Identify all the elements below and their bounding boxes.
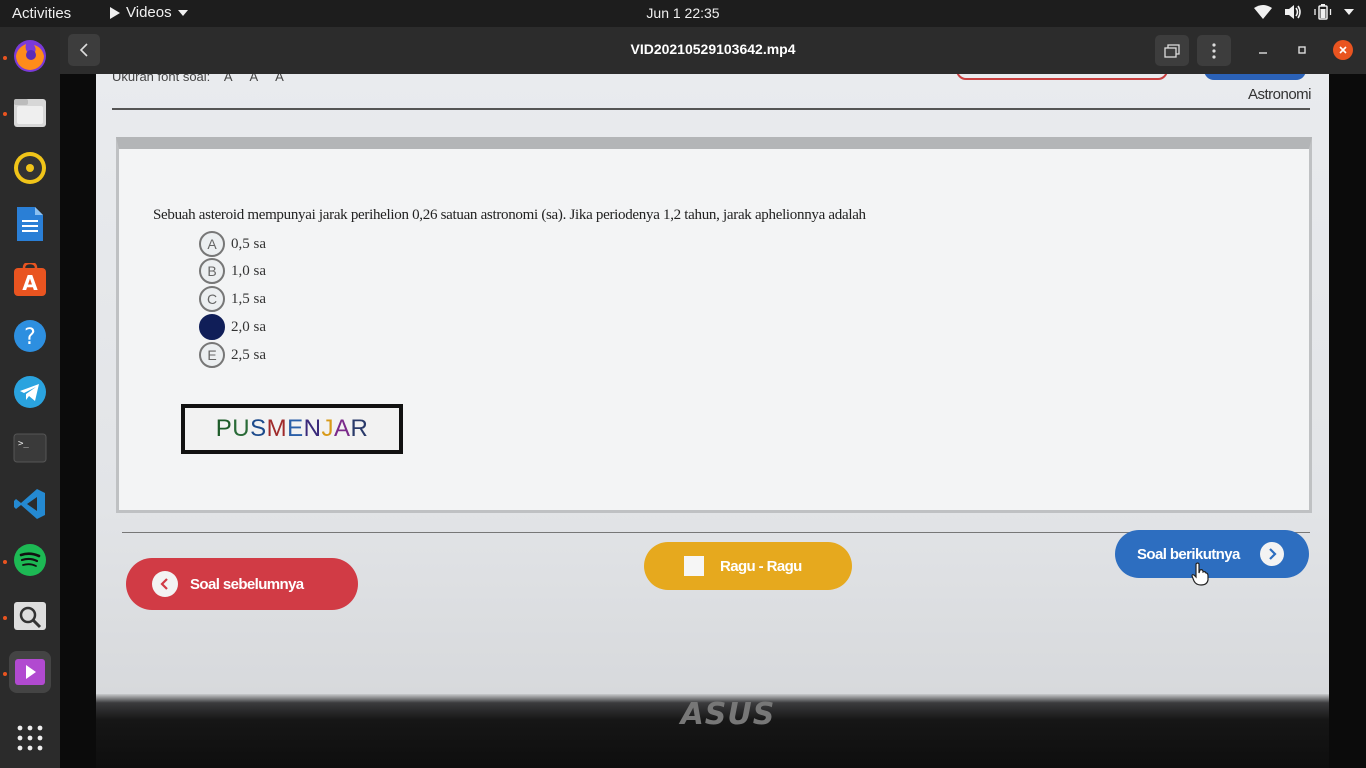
- firefox-icon[interactable]: [9, 35, 51, 77]
- option-a: A 0,5 sa: [199, 231, 266, 257]
- spotify-icon[interactable]: [9, 539, 51, 581]
- font-size-large: A: [275, 74, 284, 84]
- chevron-right-icon: [1259, 542, 1284, 566]
- red-outlined-button: [956, 74, 1168, 80]
- running-indicator: [3, 616, 7, 620]
- running-indicator: [3, 672, 7, 676]
- close-icon: [1339, 46, 1347, 54]
- apps-grid-icon[interactable]: [9, 717, 51, 759]
- search-icon[interactable]: [9, 595, 51, 637]
- software-icon[interactable]: A: [9, 259, 51, 301]
- system-tray[interactable]: [1254, 4, 1354, 20]
- option-d-text: 2,0 sa: [231, 318, 266, 335]
- topic-label: Astronomi: [1247, 86, 1312, 103]
- restore-view-icon: [1164, 43, 1180, 58]
- asus-logo: ASUS: [680, 697, 776, 732]
- kebab-menu-icon: [1212, 42, 1216, 59]
- blue-button: [1204, 74, 1306, 80]
- checkbox-icon: [684, 556, 704, 576]
- unfullscreen-button[interactable]: [1155, 35, 1189, 66]
- divider: [112, 108, 1310, 110]
- option-b: B 1,0 sa: [199, 258, 266, 284]
- help-icon[interactable]: ?: [9, 315, 51, 357]
- chevron-down-icon: [1344, 9, 1354, 15]
- photographed-screen: Ukuran font soal: A A A Astronomi Sebuah…: [96, 74, 1329, 694]
- option-e-circle: E: [199, 342, 225, 368]
- videos-icon[interactable]: [9, 651, 51, 693]
- maximize-button[interactable]: [1292, 40, 1312, 60]
- option-d-circle-selected: [199, 314, 225, 340]
- minimize-button[interactable]: [1253, 40, 1273, 60]
- option-b-circle: B: [199, 258, 225, 284]
- play-icon: [110, 6, 120, 19]
- option-a-text: 0,5 sa: [231, 235, 266, 252]
- question-text: Sebuah asteroid mempunyai jarak periheli…: [153, 207, 866, 223]
- dock: A ? >_: [0, 27, 60, 768]
- terminal-icon[interactable]: >_: [9, 427, 51, 469]
- writer-icon[interactable]: [9, 203, 51, 245]
- maximize-icon: [1298, 46, 1306, 54]
- option-a-circle: A: [199, 231, 225, 257]
- telegram-icon[interactable]: [9, 371, 51, 413]
- font-size-medium: A: [249, 74, 258, 84]
- svg-text:A: A: [22, 271, 38, 295]
- running-indicator: [3, 560, 7, 564]
- option-c: C 1,5 sa: [199, 286, 266, 312]
- clock[interactable]: Jun 1 22:35: [0, 5, 1366, 21]
- option-d: 2,0 sa: [199, 314, 266, 340]
- font-size-small: A: [223, 74, 232, 84]
- question-box: Sebuah asteroid mempunyai jarak periheli…: [116, 137, 1312, 513]
- battery-icon: [1314, 4, 1332, 20]
- running-indicator: [3, 112, 7, 116]
- close-button[interactable]: [1333, 40, 1353, 60]
- top-bar: Activities Videos Jun 1 22:35: [0, 0, 1366, 27]
- previous-question-label: Soal sebelumnya: [190, 575, 304, 593]
- minimize-icon: [1259, 52, 1267, 54]
- option-b-text: 1,0 sa: [231, 262, 266, 279]
- files-icon[interactable]: [9, 91, 51, 133]
- svg-text:>_: >_: [18, 439, 29, 449]
- running-indicator: [3, 56, 7, 60]
- chevron-left-icon: [79, 43, 88, 57]
- option-e: E 2,5 sa: [199, 342, 266, 368]
- activities-button[interactable]: Activities: [12, 5, 71, 22]
- vscode-icon[interactable]: [9, 483, 51, 525]
- chevron-down-icon: [177, 9, 188, 16]
- wifi-icon: [1254, 5, 1272, 19]
- next-question-label: Soal berikutnya: [1137, 545, 1240, 563]
- chevron-left-icon: [152, 571, 178, 597]
- option-e-text: 2,5 sa: [231, 346, 266, 363]
- rhythmbox-icon[interactable]: [9, 147, 51, 189]
- option-c-text: 1,5 sa: [231, 290, 266, 307]
- next-question-button: Soal berikutnya: [1115, 530, 1309, 578]
- back-button[interactable]: [68, 34, 100, 66]
- video-frame[interactable]: Ukuran font soal: A A A Astronomi Sebuah…: [60, 74, 1366, 768]
- doubt-label: Ragu - Ragu: [720, 557, 802, 575]
- doubt-button: Ragu - Ragu: [644, 542, 852, 590]
- volume-icon: [1285, 5, 1301, 19]
- window-header: VID20210529103642.mp4: [60, 27, 1366, 74]
- menu-button[interactable]: [1197, 35, 1231, 66]
- previous-question-button: Soal sebelumnya: [126, 558, 358, 610]
- option-c-circle: C: [199, 286, 225, 312]
- font-size-selector: Ukuran font soal: A A A: [112, 74, 284, 84]
- hand-cursor-icon: [1191, 562, 1209, 586]
- app-menu-label: Videos: [126, 4, 172, 21]
- font-size-label: Ukuran font soal:: [112, 74, 211, 84]
- app-menu[interactable]: Videos: [110, 4, 188, 21]
- pusmenjar-logo: PUSMENJAR: [181, 404, 403, 454]
- svg-text:?: ?: [24, 325, 36, 350]
